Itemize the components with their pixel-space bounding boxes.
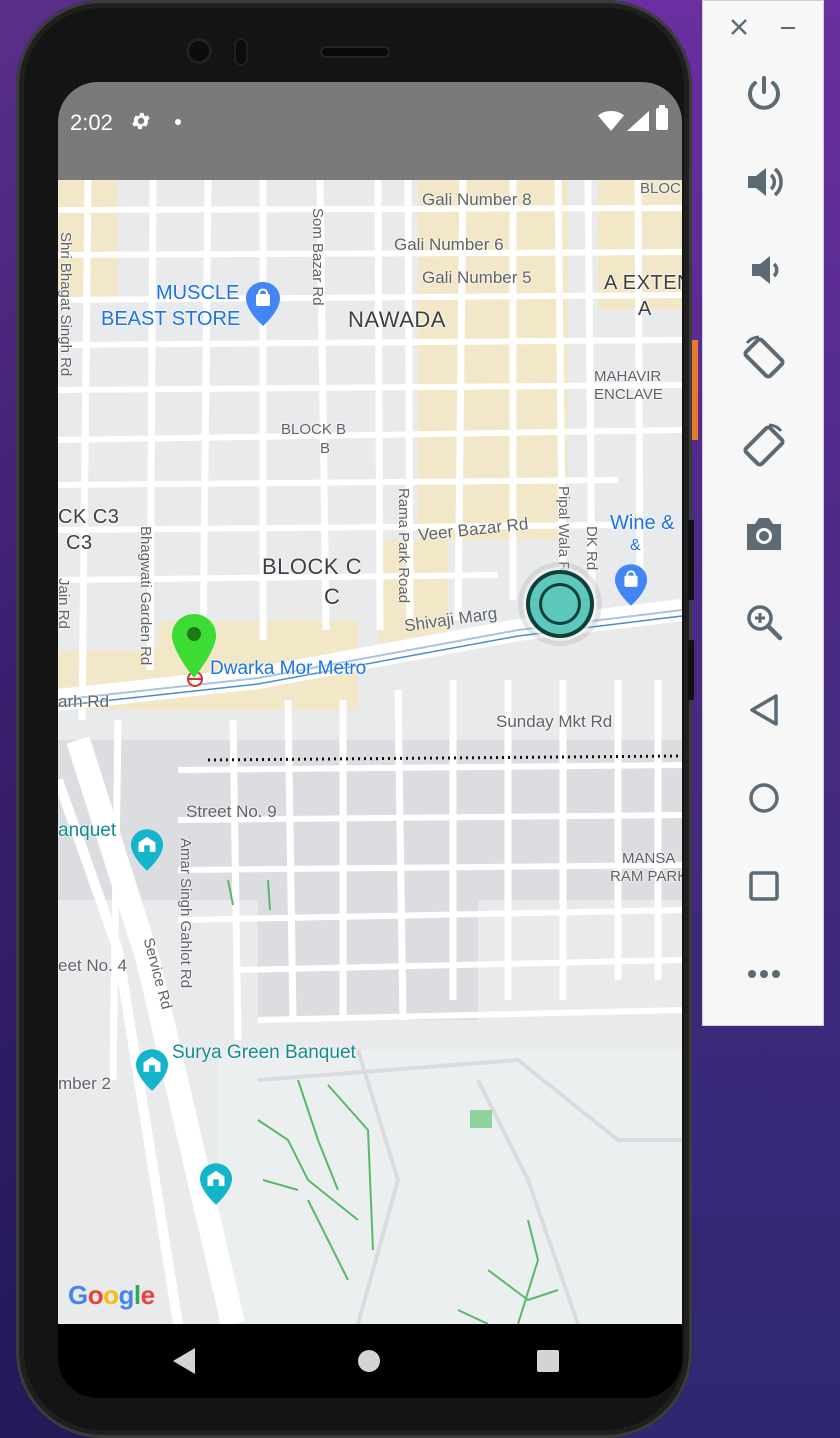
recents-icon[interactable] xyxy=(537,1350,559,1372)
phone-frame: 2:02 Gali Number 8 Gali Number 6 Gali Nu… xyxy=(16,0,694,1438)
map-label-street: Amar Singh Gahlot Rd xyxy=(177,838,194,989)
banquet-pin-icon[interactable] xyxy=(136,1048,168,1097)
camera-icon[interactable] xyxy=(737,507,791,561)
power-icon[interactable] xyxy=(737,67,791,121)
map-label-street: mber 2 xyxy=(58,1074,111,1093)
map-label-poi: anquet xyxy=(58,820,117,841)
rotate-right-icon[interactable] xyxy=(737,419,791,473)
shopping-pin-icon[interactable] xyxy=(246,282,280,331)
volume-down-icon[interactable] xyxy=(737,243,791,297)
map-label-poi: & xyxy=(630,537,641,554)
destination-marker-icon[interactable] xyxy=(172,614,216,683)
banquet-pin-icon[interactable] xyxy=(131,828,163,877)
current-location-icon[interactable] xyxy=(516,560,604,653)
device-screen: 2:02 Gali Number 8 Gali Number 6 Gali Nu… xyxy=(58,82,682,1398)
google-logo-letter: o xyxy=(87,1280,104,1310)
google-logo-letter: o xyxy=(103,1280,119,1310)
map-label-area: BLOCK C xyxy=(262,554,363,579)
map-view[interactable]: Gali Number 8 Gali Number 6 Gali Number … xyxy=(58,180,682,1324)
wifi-icon xyxy=(598,110,624,137)
map-label-area: MANSA xyxy=(622,850,676,867)
map-label-street: Som Bazar Rd xyxy=(309,208,326,306)
home-icon[interactable] xyxy=(737,771,791,825)
map-label-area: BLOCK B xyxy=(281,421,347,438)
shopping-pin-icon[interactable] xyxy=(615,564,647,611)
map-label-street: eet No. 4 xyxy=(58,956,127,975)
phone-side-button xyxy=(688,520,694,600)
google-logo-letter: l xyxy=(133,1280,141,1310)
google-logo-letter: e xyxy=(140,1280,155,1310)
map-label-area: BLOC xyxy=(640,180,681,197)
map-label-area: CK C3 xyxy=(58,506,120,528)
map-label-area: RAM PARK xyxy=(610,868,682,885)
map-label-area: MAHAVIR xyxy=(594,368,662,385)
map-label-poi: MUSCLE xyxy=(156,282,240,304)
google-logo: Google xyxy=(68,1280,155,1311)
back-icon[interactable] xyxy=(173,1348,195,1379)
settings-gear-icon xyxy=(130,110,152,137)
front-camera xyxy=(186,38,212,64)
map-label-road: arh Rd xyxy=(58,692,110,711)
minimize-icon[interactable] xyxy=(781,27,795,29)
banquet-pin-icon[interactable] xyxy=(200,1162,232,1211)
proximity-sensor xyxy=(234,38,248,66)
map-label-street: Shri Bhagat Singh Rd xyxy=(58,232,74,377)
zoom-icon[interactable] xyxy=(737,595,791,649)
map-base-layer xyxy=(58,180,682,1324)
earpiece-speaker xyxy=(320,46,390,58)
back-icon[interactable] xyxy=(737,683,791,737)
phone-side-button xyxy=(688,640,694,700)
map-label-area: A xyxy=(638,298,652,320)
map-label-street: Gali Number 5 xyxy=(422,268,532,287)
map-label-area: A EXTEN xyxy=(604,272,682,294)
map-label-street: Bhagwati Garden Rd xyxy=(137,526,154,666)
map-label-metro: Dwarka Mor Metro xyxy=(210,658,367,679)
map-label-street: Gali Number 6 xyxy=(394,235,504,254)
navigation-bar xyxy=(58,1324,682,1398)
more-icon[interactable] xyxy=(737,947,791,1001)
map-label-area: C3 xyxy=(66,532,93,554)
map-label-area: ENCLAVE xyxy=(594,386,663,403)
google-logo-letter: G xyxy=(68,1280,88,1310)
map-label-street: Sunday Mkt Rd xyxy=(496,712,613,731)
map-label-street: Street No. 9 xyxy=(186,802,277,821)
emulator-toolbar xyxy=(702,0,824,1026)
rotate-left-icon[interactable] xyxy=(737,331,791,385)
google-logo-letter: g xyxy=(118,1280,135,1310)
notification-dot-icon xyxy=(175,119,181,125)
map-label-area: B xyxy=(320,440,331,457)
map-label-street: Jain Rd xyxy=(58,578,72,629)
close-icon[interactable] xyxy=(729,17,749,37)
status-bar: 2:02 xyxy=(58,82,682,180)
cell-signal-icon xyxy=(627,111,649,136)
map-label-street: Gali Number 8 xyxy=(422,190,532,209)
map-label-street: Rama Park Road xyxy=(395,488,412,604)
map-label-area: NAWADA xyxy=(348,307,446,332)
map-label-poi: Wine & xyxy=(610,512,675,534)
map-label-poi: BEAST STORE xyxy=(101,308,241,330)
map-label-poi: Surya Green Banquet xyxy=(172,1042,356,1063)
overview-icon[interactable] xyxy=(737,859,791,913)
map-label-area: C xyxy=(324,584,341,609)
battery-icon xyxy=(656,105,668,130)
volume-up-icon[interactable] xyxy=(737,155,791,209)
home-icon[interactable] xyxy=(358,1350,380,1372)
status-time: 2:02 xyxy=(70,110,113,135)
